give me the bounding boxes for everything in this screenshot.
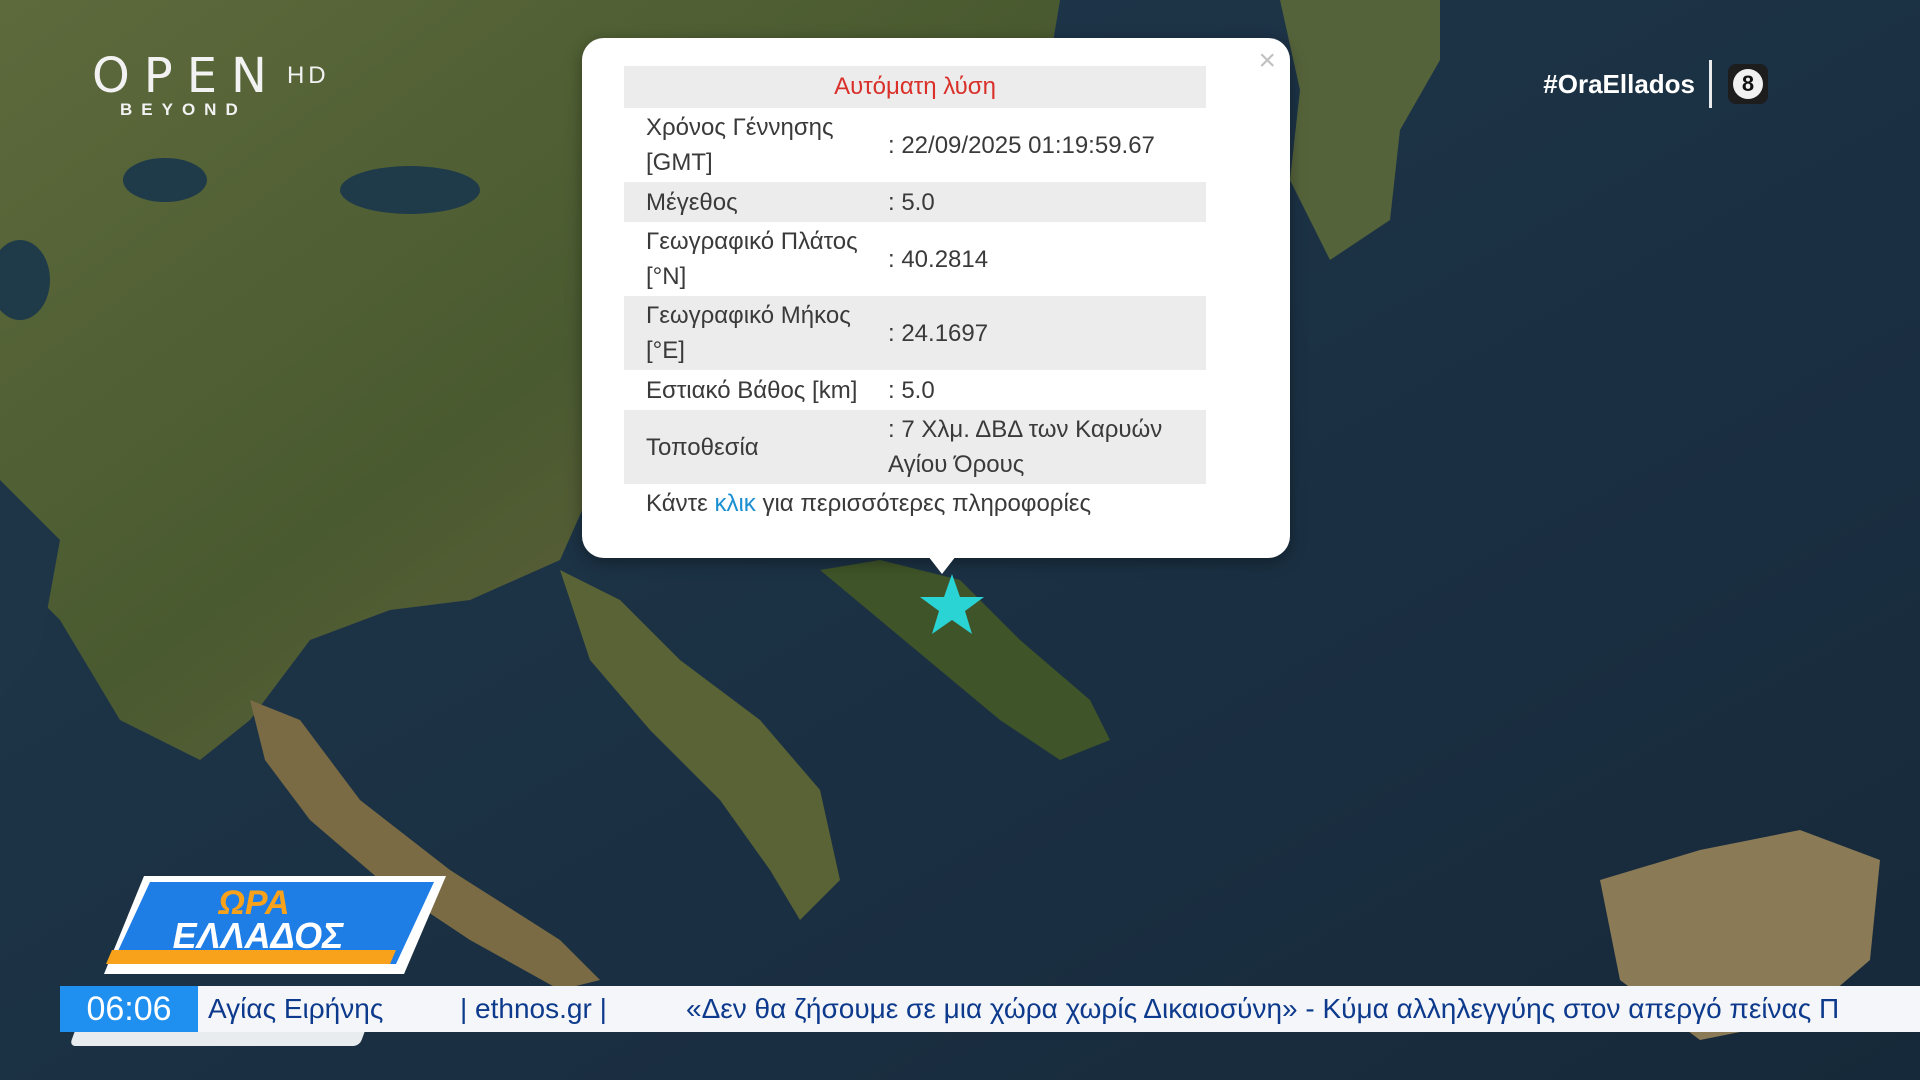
row-value: : 5.0	[888, 376, 935, 404]
more-info-link[interactable]: κλικ	[714, 490, 755, 517]
headline-text: «Δεν θα ζήσουμε σε μια χώρα χωρίς Δικαιο…	[686, 993, 1840, 1024]
popup-title: Αυτόματη λύση	[624, 66, 1206, 108]
row-label: Χρόνος Γέννησης [GMT]	[646, 114, 834, 176]
divider	[1709, 60, 1712, 108]
age-rating-icon: 8	[1733, 69, 1763, 99]
row-value: : 22/09/2025 01:19:59.67	[888, 131, 1155, 159]
row-magnitude: Μέγεθος : 5.0	[624, 182, 1206, 222]
popup-pointer	[928, 556, 956, 574]
age-rating-badge: 8	[1728, 64, 1768, 104]
row-value: : 5.0	[888, 188, 935, 216]
row-location: Τοποθεσία : 7 Χλμ. ΔΒΔ των Καρυών Αγίου …	[624, 410, 1206, 484]
show-logo: ΩΡΑ ΕΛΛΑΔΟΣ	[104, 876, 446, 974]
row-value: : 7 Χλμ. ΔΒΔ των Καρυών Αγίου Όρους	[888, 416, 1163, 478]
hashtag: #OraEllados	[1543, 68, 1695, 99]
source-text: | ethnos.gr |	[460, 993, 607, 1024]
row-value: : 24.1697	[888, 319, 989, 347]
row-origin-time: Χρόνος Γέννησης [GMT] : 22/09/2025 01:19…	[624, 108, 1206, 182]
row-label: Γεωγραφικό Πλάτος [°N]	[646, 228, 858, 290]
channel-quality: HD	[286, 62, 330, 89]
close-icon[interactable]: ×	[1258, 46, 1276, 76]
nameday-text: Αγίας Ειρήνης	[208, 993, 384, 1024]
row-value: : 40.2814	[888, 245, 989, 273]
row-depth: Εστιακό Βάθος [km] : 5.0	[624, 370, 1206, 410]
row-latitude: Γεωγραφικό Πλάτος [°N] : 40.2814	[624, 222, 1206, 296]
hashtag-area: #OraEllados 8	[1543, 60, 1768, 108]
channel-name: OPEN	[92, 48, 281, 104]
channel-logo: OPEN HD BEYOND	[92, 48, 330, 119]
row-longitude: Γεωγραφικό Μήκος [°E] : 24.1697	[624, 296, 1206, 370]
row-label: Τοποθεσία	[646, 433, 759, 461]
clock: 06:06	[60, 986, 198, 1032]
row-label: Εστιακό Βάθος [km]	[646, 376, 858, 404]
ticker-tab	[69, 1032, 365, 1046]
row-label: Γεωγραφικό Μήκος [°E]	[646, 302, 851, 364]
earthquake-info-popup: × Αυτόματη λύση Χρόνος Γέννησης [GMT] : …	[582, 38, 1290, 558]
footer-prefix: Κάντε	[646, 490, 708, 517]
news-ticker: 06:06 Αγίας Ειρήνης | ethnos.gr | «Δεν θ…	[60, 986, 1920, 1032]
channel-tagline: BEYOND	[120, 100, 247, 119]
row-label: Μέγεθος	[646, 188, 738, 216]
popup-footer: Κάντε κλικ για περισσότερες πληροφορίες	[646, 490, 1091, 518]
footer-suffix: για περισσότερες πληροφορίες	[762, 490, 1092, 517]
popup-table: Χρόνος Γέννησης [GMT] : 22/09/2025 01:19…	[624, 108, 1206, 484]
show-title-line2: ΕΛΛΑΔΟΣ	[173, 915, 344, 956]
